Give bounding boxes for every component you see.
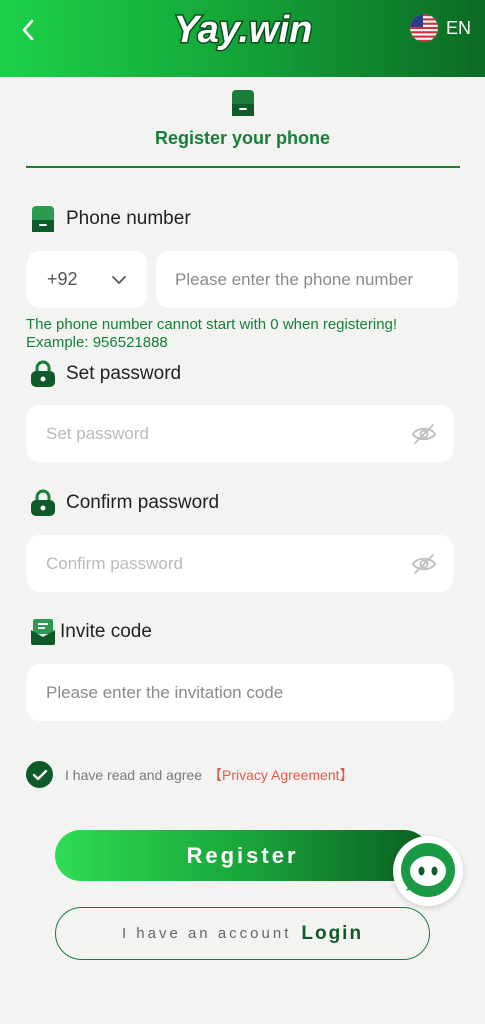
- chevron-left-icon: [22, 19, 34, 41]
- chevron-down-icon: [112, 275, 126, 284]
- login-button[interactable]: I have an account Login: [55, 907, 430, 960]
- agreement-text: I have read and agree: [65, 766, 202, 783]
- svg-text:Yay.win: Yay.win: [174, 9, 313, 51]
- privacy-agreement-link[interactable]: 【Privacy Agreement】: [208, 765, 354, 785]
- lock-icon: [30, 360, 56, 388]
- phone-icon: [232, 90, 254, 116]
- phone-input-box: [156, 251, 458, 308]
- password-input-box: [27, 405, 453, 462]
- phone-hint: The phone number cannot start with 0 whe…: [26, 316, 398, 351]
- invite-code-input-box: [27, 664, 453, 721]
- password-label: Set password: [30, 360, 181, 388]
- password-input[interactable]: [44, 422, 411, 445]
- login-prefix-text: I have an account: [121, 925, 292, 942]
- back-button[interactable]: [14, 16, 42, 44]
- agreement-row: I have read and agree 【Privacy Agreement…: [26, 761, 354, 788]
- app-header: Yay.win EN: [0, 0, 485, 77]
- confirm-password-input-box: [27, 535, 453, 592]
- language-label: EN: [445, 17, 471, 38]
- invite-code-input[interactable]: [44, 681, 436, 704]
- chat-icon: [401, 843, 455, 897]
- yaywin-logo: Yay.win: [172, 8, 314, 53]
- phone-input[interactable]: [173, 268, 441, 291]
- country-code-value: +92: [47, 269, 78, 289]
- login-text: Login: [301, 922, 364, 944]
- invite-code-label: Invite code: [30, 618, 152, 646]
- country-code-select[interactable]: +92: [27, 251, 147, 308]
- title-divider: [26, 166, 460, 168]
- page-title: Register your phone: [154, 128, 331, 148]
- agreement-checkbox[interactable]: [26, 761, 53, 788]
- confirm-password-input[interactable]: [44, 552, 411, 575]
- invite-icon: [30, 618, 56, 646]
- eye-off-icon[interactable]: [411, 423, 437, 445]
- language-selector[interactable]: EN: [409, 14, 471, 42]
- register-button[interactable]: Register: [55, 830, 430, 881]
- us-flag-icon: [409, 14, 438, 42]
- phone-label: Phone number: [30, 205, 191, 233]
- chat-support-button[interactable]: [393, 836, 463, 906]
- eye-off-icon[interactable]: [411, 553, 437, 575]
- check-icon: [32, 769, 47, 780]
- confirm-password-label: Confirm password: [30, 489, 219, 517]
- lock-icon: [30, 489, 56, 517]
- phone-icon: [30, 205, 56, 233]
